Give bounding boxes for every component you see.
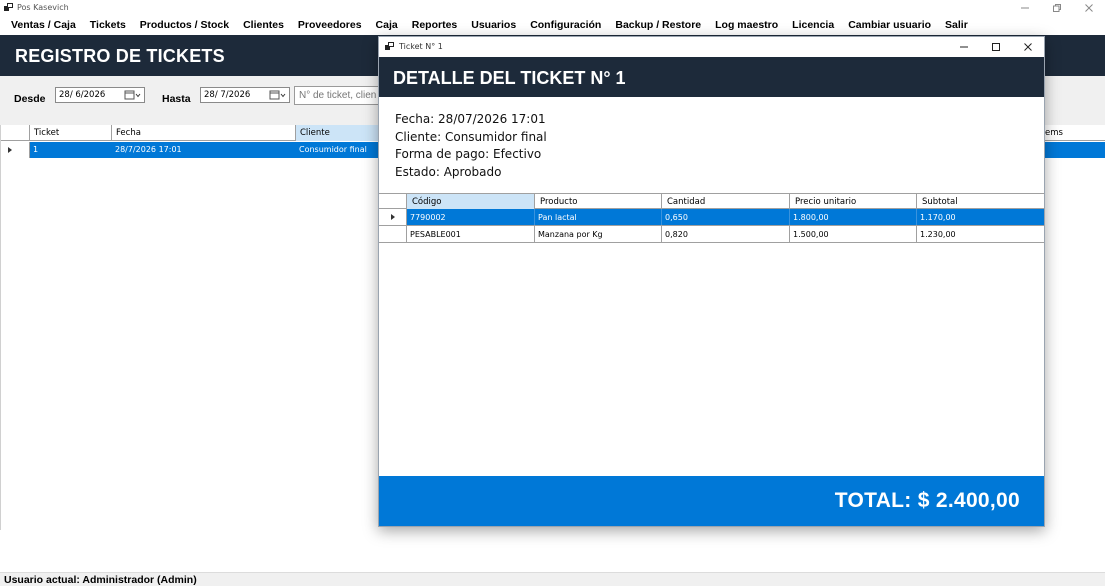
cell-precio-unitario: 1.800,00 bbox=[790, 209, 917, 225]
row-header bbox=[1, 142, 30, 158]
hasta-date-picker[interactable]: 28/ 7/2026 bbox=[200, 87, 290, 103]
close-icon bbox=[1024, 43, 1032, 51]
row-arrow-icon bbox=[390, 214, 395, 220]
menu-configuracion[interactable]: Configuración bbox=[523, 19, 608, 31]
col-fecha[interactable]: Fecha bbox=[112, 125, 296, 141]
window-icon bbox=[385, 42, 394, 50]
dialog-title: Ticket N° 1 bbox=[399, 42, 443, 51]
desde-date-value: 28/ 6/2026 bbox=[59, 90, 106, 100]
status-bar: Usuario actual: Administrador (Admin) bbox=[0, 572, 1105, 586]
dialog-minimize-button[interactable] bbox=[948, 37, 980, 57]
desde-label: Desde bbox=[14, 93, 46, 105]
cell-cantidad: 0,650 bbox=[662, 209, 790, 225]
items-grid-header: Código Producto Cantidad Precio unitario… bbox=[379, 193, 1044, 209]
table-row[interactable]: 7790002 Pan lactal 0,650 1.800,00 1.170,… bbox=[379, 209, 1044, 226]
menu-licencia[interactable]: Licencia bbox=[785, 19, 841, 31]
ticket-total: TOTAL: $ 2.400,00 bbox=[834, 489, 1020, 512]
grid-corner bbox=[1, 125, 30, 141]
menu-usuarios[interactable]: Usuarios bbox=[464, 19, 523, 31]
col-subtotal[interactable]: Subtotal bbox=[917, 194, 1044, 209]
close-button[interactable] bbox=[1073, 0, 1105, 15]
cell-cantidad: 0,820 bbox=[662, 226, 790, 242]
current-user-status: Usuario actual: Administrador (Admin) bbox=[4, 574, 197, 586]
dialog-titlebar: Ticket N° 1 bbox=[379, 37, 1044, 57]
menu-cambiar-usuario[interactable]: Cambiar usuario bbox=[841, 19, 938, 31]
minimize-icon bbox=[960, 46, 968, 48]
col-ticket[interactable]: Ticket bbox=[30, 125, 112, 141]
minimize-button[interactable] bbox=[1009, 0, 1041, 15]
maximize-icon bbox=[992, 43, 1000, 51]
menu-reportes[interactable]: Reportes bbox=[405, 19, 465, 31]
desde-date-picker[interactable]: 28/ 6/2026 bbox=[55, 87, 145, 103]
menu-tickets[interactable]: Tickets bbox=[83, 19, 133, 31]
dialog-window-controls bbox=[948, 37, 1044, 57]
dialog-close-button[interactable] bbox=[1012, 37, 1044, 57]
calendar-icon[interactable] bbox=[124, 90, 142, 100]
ticket-items-grid[interactable]: Código Producto Cantidad Precio unitario… bbox=[379, 193, 1044, 476]
window-controls bbox=[1009, 0, 1105, 15]
cell-fecha: 28/7/2026 17:01 bbox=[115, 145, 182, 154]
col-cantidad[interactable]: Cantidad bbox=[662, 194, 790, 209]
app-title: Pos Kasevich bbox=[17, 3, 69, 12]
ticket-info: Fecha: 28/07/2026 17:01 Cliente: Consumi… bbox=[395, 111, 547, 181]
cell-subtotal: 1.230,00 bbox=[920, 230, 956, 239]
total-bar: TOTAL: $ 2.400,00 bbox=[379, 476, 1044, 526]
col-codigo[interactable]: Código bbox=[407, 194, 535, 209]
hasta-label: Hasta bbox=[162, 93, 191, 105]
table-row[interactable]: PESABLE001 Manzana por Kg 0,820 1.500,00… bbox=[379, 226, 1044, 243]
dialog-maximize-button[interactable] bbox=[980, 37, 1012, 57]
menu-bar: Ventas / Caja Tickets Productos / Stock … bbox=[0, 15, 1105, 35]
cell-codigo: PESABLE001 bbox=[407, 226, 535, 242]
cell-subtotal: 1.170,00 bbox=[920, 213, 956, 222]
dialog-header: DETALLE DEL TICKET N° 1 bbox=[379, 57, 1044, 97]
row-header bbox=[379, 209, 407, 225]
ticket-detail-dialog: Ticket N° 1 DETALLE DEL TICKET N° 1 Fech… bbox=[378, 36, 1045, 527]
search-input[interactable]: N° de ticket, clien bbox=[294, 86, 384, 105]
col-cliente[interactable]: Cliente bbox=[296, 125, 386, 141]
minimize-icon bbox=[1021, 7, 1029, 8]
menu-caja[interactable]: Caja bbox=[369, 19, 405, 31]
main-titlebar: Pos Kasevich bbox=[0, 0, 1105, 15]
dialog-heading: DETALLE DEL TICKET N° 1 bbox=[393, 68, 626, 88]
menu-productos-stock[interactable]: Productos / Stock bbox=[133, 19, 236, 31]
ticket-forma-pago: Forma de pago: Efectivo bbox=[395, 147, 542, 161]
menu-clientes[interactable]: Clientes bbox=[236, 19, 291, 31]
col-precio-unitario[interactable]: Precio unitario bbox=[790, 194, 917, 209]
restore-button[interactable] bbox=[1041, 0, 1073, 15]
hasta-date-value: 28/ 7/2026 bbox=[204, 90, 251, 100]
calendar-icon[interactable] bbox=[269, 90, 287, 100]
row-header bbox=[379, 226, 407, 242]
col-items[interactable]: ems bbox=[1041, 125, 1105, 141]
cell-producto: Manzana por Kg bbox=[535, 226, 662, 242]
ticket-cliente: Cliente: Consumidor final bbox=[395, 129, 547, 144]
close-icon bbox=[1085, 3, 1093, 12]
row-arrow-icon bbox=[8, 147, 12, 153]
ticket-fecha: Fecha: 28/07/2026 17:01 bbox=[395, 112, 546, 126]
col-producto[interactable]: Producto bbox=[535, 194, 662, 209]
cell-codigo: 7790002 bbox=[407, 209, 535, 225]
menu-log-maestro[interactable]: Log maestro bbox=[708, 19, 785, 31]
cell-producto: Pan lactal bbox=[535, 209, 662, 225]
ticket-estado: Estado: Aprobado bbox=[395, 164, 502, 179]
page-title: REGISTRO DE TICKETS bbox=[15, 46, 225, 66]
menu-salir[interactable]: Salir bbox=[938, 19, 975, 31]
cell-ticket: 1 bbox=[33, 145, 39, 154]
menu-proveedores[interactable]: Proveedores bbox=[291, 19, 369, 31]
menu-backup-restore[interactable]: Backup / Restore bbox=[608, 19, 708, 31]
menu-ventas-caja[interactable]: Ventas / Caja bbox=[4, 19, 83, 31]
window-icon bbox=[4, 3, 13, 11]
restore-icon bbox=[1053, 3, 1061, 12]
items-grid-corner bbox=[379, 194, 407, 209]
cell-cliente: Consumidor final bbox=[299, 145, 367, 154]
cell-precio-unitario: 1.500,00 bbox=[790, 226, 917, 242]
